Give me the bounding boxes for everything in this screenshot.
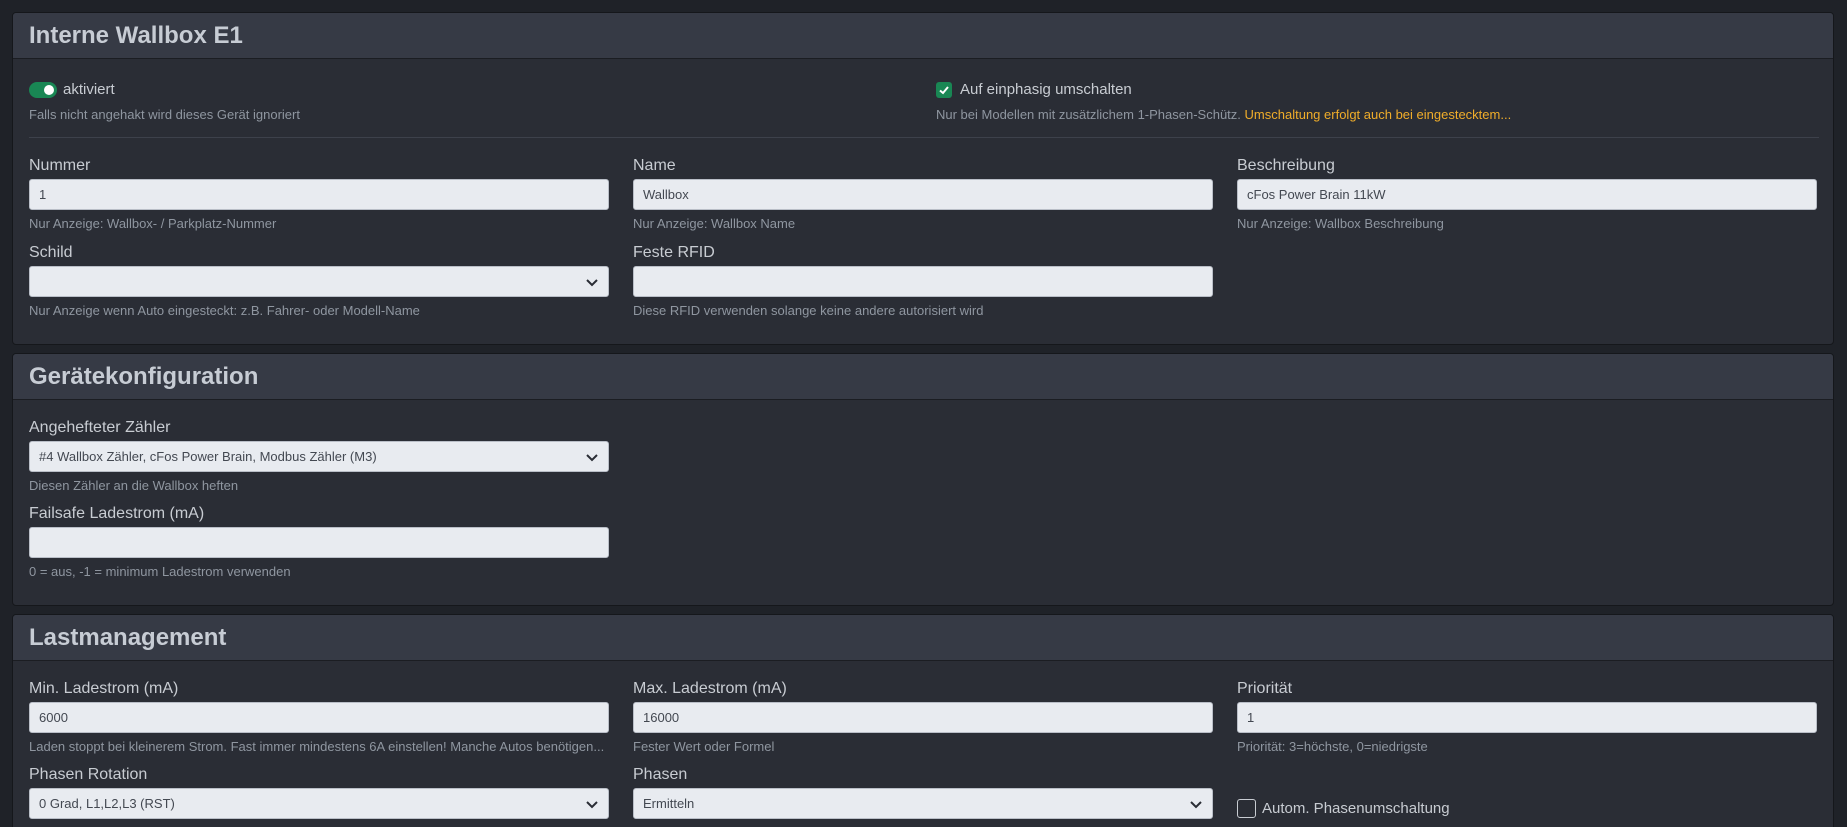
geraet-card-header: Gerätekonfiguration [13, 354, 1833, 400]
single-phase-help-text: Nur bei Modellen mit zusätzlichem 1-Phas… [936, 107, 1241, 122]
single-phase-help: Nur bei Modellen mit zusätzlichem 1-Phas… [936, 107, 1511, 122]
schild-label: Schild [29, 244, 73, 261]
max-label: Max. Ladestrom (mA) [633, 680, 787, 697]
nummer-help: Nur Anzeige: Wallbox- / Parkplatz-Nummer [29, 216, 277, 231]
chevron-down-icon [586, 278, 598, 286]
single-phase-label: Auf einphasig umschalten [960, 81, 1132, 98]
max-input[interactable]: 16000 [633, 702, 1213, 733]
enabled-label: aktiviert [63, 81, 115, 98]
auto-phase-label: Autom. Phasenumschaltung [1262, 800, 1450, 817]
beschreibung-label: Beschreibung [1237, 157, 1335, 174]
name-label: Name [633, 157, 676, 174]
nummer-input[interactable]: 1 [29, 179, 609, 210]
single-phase-checkbox[interactable] [936, 81, 952, 98]
schild-help: Nur Anzeige wenn Auto eingesteckt: z.B. … [29, 303, 420, 318]
chevron-down-icon [1190, 800, 1202, 808]
last-card: Lastmanagement Min. Ladestrom (mA) 6000 … [12, 614, 1834, 827]
wallbox-card-title: Interne Wallbox E1 [29, 21, 243, 49]
rotation-label: Phasen Rotation [29, 766, 148, 783]
min-label: Min. Ladestrom (mA) [29, 680, 179, 697]
rfid-help: Diese RFID verwenden solange keine ander… [633, 303, 984, 318]
schild-select[interactable] [29, 266, 609, 297]
phasen-value: Ermitteln [643, 796, 695, 811]
rotation-value: 0 Grad, L1,L2,L3 (RST) [39, 796, 175, 811]
last-card-header: Lastmanagement [13, 615, 1833, 661]
phasen-select[interactable]: Ermitteln [633, 788, 1213, 819]
max-help: Fester Wert oder Formel [633, 739, 775, 754]
rfid-label: Feste RFID [633, 244, 715, 261]
auto-phase-row[interactable]: Autom. Phasenumschaltung [1237, 799, 1450, 818]
name-help: Nur Anzeige: Wallbox Name [633, 216, 796, 231]
enabled-switch[interactable] [29, 81, 57, 98]
divider [29, 137, 1819, 138]
failsafe-label: Failsafe Ladestrom (mA) [29, 505, 205, 522]
rfid-input[interactable] [633, 266, 1213, 297]
chevron-down-icon [586, 453, 598, 461]
chevron-down-icon [586, 800, 598, 808]
prio-help: Priorität: 3=höchste, 0=niedrigste [1237, 739, 1428, 754]
zaehler-select[interactable]: #4 Wallbox Zähler, cFos Power Brain, Mod… [29, 441, 609, 472]
nummer-label: Nummer [29, 157, 91, 174]
auto-phase-checkbox[interactable] [1237, 799, 1256, 818]
zaehler-help: Diesen Zähler an die Wallbox heften [29, 478, 239, 493]
single-phase-more-link[interactable]: Umschaltung erfolgt auch bei eingesteckt… [1245, 107, 1512, 122]
zaehler-label: Angehefteter Zähler [29, 419, 171, 436]
geraet-card-title: Gerätekonfiguration [29, 362, 259, 390]
beschreibung-help: Nur Anzeige: Wallbox Beschreibung [1237, 216, 1444, 231]
enabled-toggle-row[interactable]: aktiviert [29, 81, 115, 98]
check-icon [939, 85, 949, 94]
beschreibung-input[interactable]: cFos Power Brain 11kW [1237, 179, 1817, 210]
wallbox-card: Interne Wallbox E1 aktiviert Falls nicht… [12, 12, 1834, 345]
enabled-help: Falls nicht angehakt wird dieses Gerät i… [29, 107, 300, 122]
prio-input[interactable]: 1 [1237, 702, 1817, 733]
phasen-label: Phasen [633, 766, 688, 783]
geraet-card: Gerätekonfiguration Angehefteter Zähler … [12, 353, 1834, 606]
name-input[interactable]: Wallbox [633, 179, 1213, 210]
prio-label: Priorität [1237, 680, 1293, 697]
min-input[interactable]: 6000 [29, 702, 609, 733]
last-card-title: Lastmanagement [29, 623, 227, 651]
wallbox-card-header: Interne Wallbox E1 [13, 13, 1833, 59]
rotation-select[interactable]: 0 Grad, L1,L2,L3 (RST) [29, 788, 609, 819]
failsafe-input[interactable] [29, 527, 609, 558]
zaehler-value: #4 Wallbox Zähler, cFos Power Brain, Mod… [39, 449, 377, 464]
failsafe-help: 0 = aus, -1 = minimum Ladestrom verwende… [29, 564, 291, 579]
min-help: Laden stoppt bei kleinerem Strom. Fast i… [29, 739, 605, 754]
single-phase-row[interactable]: Auf einphasig umschalten [936, 81, 1132, 98]
